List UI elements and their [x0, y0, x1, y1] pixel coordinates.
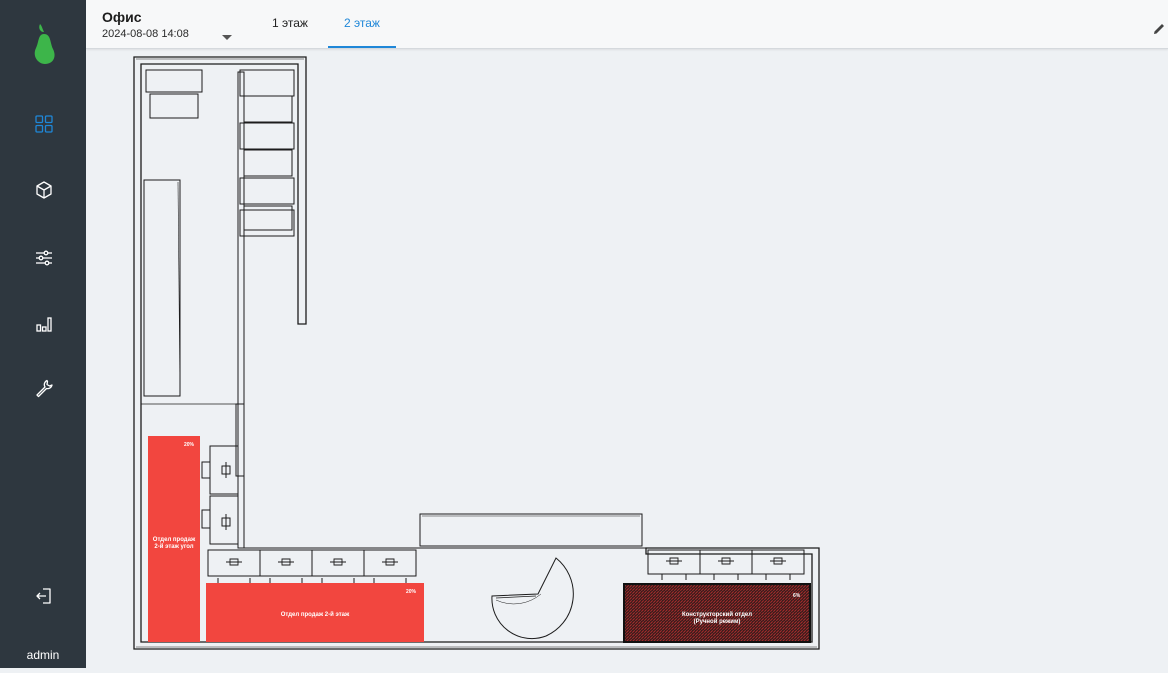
- top-bar: Офис 2024-08-08 14:08 1 этаж 2 этаж: [86, 0, 1168, 49]
- pear-logo[interactable]: [30, 22, 58, 66]
- sliders-icon[interactable]: [30, 244, 58, 272]
- location-timestamp: 2024-08-08 14:08: [102, 28, 189, 40]
- room-percent: 20%: [184, 442, 195, 448]
- room-label: Отдел продаж 2-й этаж угол: [152, 537, 196, 550]
- tab-floor-1[interactable]: 1 этаж: [256, 0, 324, 46]
- wrench-icon[interactable]: [30, 374, 58, 402]
- location-title: Офис: [102, 9, 142, 25]
- sidebar: admin: [0, 0, 86, 668]
- current-user-label: admin: [26, 648, 60, 662]
- pencil-icon[interactable]: [1152, 22, 1166, 41]
- grid-dashboard-icon[interactable]: [30, 110, 58, 138]
- tab-floor-2[interactable]: 2 этаж: [328, 0, 396, 48]
- room-label: Отдел продаж 2-й этаж: [280, 612, 350, 618]
- room-percent: 20%: [406, 589, 417, 595]
- room-label: Конструкторский отдел (Ручной режим): [681, 612, 753, 625]
- cube-icon[interactable]: [30, 176, 58, 204]
- logout-icon[interactable]: [30, 582, 58, 610]
- location-dropdown-icon[interactable]: [222, 28, 232, 46]
- bar-chart-icon[interactable]: [30, 310, 58, 338]
- room-percent: 6%: [793, 593, 801, 599]
- floor-plan: 20% Отдел продаж 2-й этаж угол 20% Отдел …: [86, 48, 1168, 668]
